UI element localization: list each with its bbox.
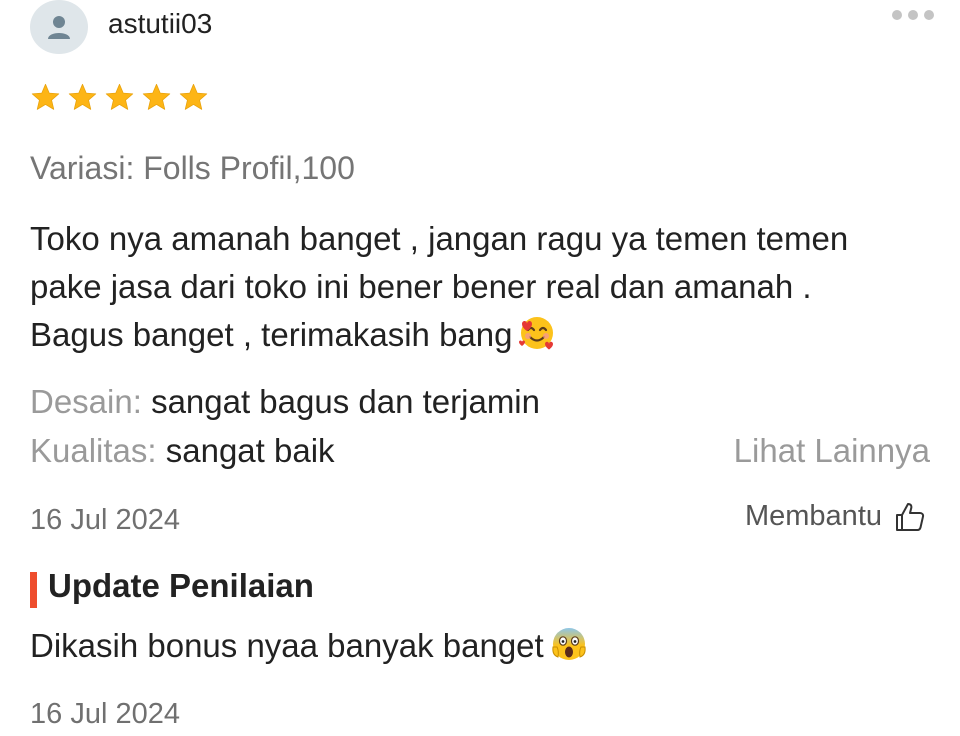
attribute-key: Kualitas: bbox=[30, 432, 157, 469]
more-dot-icon bbox=[908, 10, 918, 20]
review-line: pake jasa dari toko ini bener bener real… bbox=[30, 268, 812, 305]
star-icon bbox=[105, 83, 134, 110]
helpful-label: Membantu bbox=[744, 500, 882, 532]
review-line: Toko nya amanah banget , jangan ragu ya … bbox=[30, 220, 849, 257]
update-accent-bar bbox=[30, 572, 37, 608]
review-date: 16 Jul 2024 bbox=[30, 504, 180, 536]
attribute-value: sangat bagus dan terjamin bbox=[151, 383, 540, 420]
helpful-button[interactable]: Membantu bbox=[745, 500, 926, 533]
star-icon bbox=[179, 83, 208, 110]
username[interactable]: astutii03 bbox=[108, 8, 212, 40]
update-text: Dikasih bonus nyaa banyak banget bbox=[30, 622, 588, 676]
review-line: Bagus banget , terimakasih bang bbox=[30, 311, 930, 365]
attribute-key: Desain: bbox=[30, 383, 142, 420]
attribute-value: sangat baik bbox=[165, 432, 335, 469]
thumbs-up-icon bbox=[896, 502, 925, 531]
avatar[interactable] bbox=[30, 0, 88, 54]
star-icon bbox=[31, 83, 60, 110]
update-date: 16 Jul 2024 bbox=[30, 698, 180, 730]
review-text: Toko nya amanah banget , jangan ragu ya … bbox=[30, 215, 930, 365]
attribute-design: Desain: sangat bagus dan terjamin bbox=[30, 380, 540, 424]
more-dot-icon bbox=[892, 10, 902, 20]
star-icon bbox=[68, 83, 97, 110]
user-icon bbox=[48, 16, 70, 39]
rating-stars bbox=[30, 82, 209, 113]
screaming-face-icon bbox=[550, 625, 588, 676]
attribute-quality: Kualitas: sangat baik bbox=[30, 429, 335, 473]
more-dot-icon bbox=[924, 10, 934, 20]
star-icon bbox=[142, 83, 171, 110]
see-more-link[interactable]: Lihat Lainnya bbox=[734, 429, 930, 473]
smiling-face-with-hearts-icon bbox=[518, 314, 556, 365]
update-title: Update Penilaian bbox=[48, 567, 314, 604]
more-options-button[interactable] bbox=[886, 0, 940, 30]
product-variant: Variasi: Folls Profil,100 bbox=[30, 150, 355, 186]
